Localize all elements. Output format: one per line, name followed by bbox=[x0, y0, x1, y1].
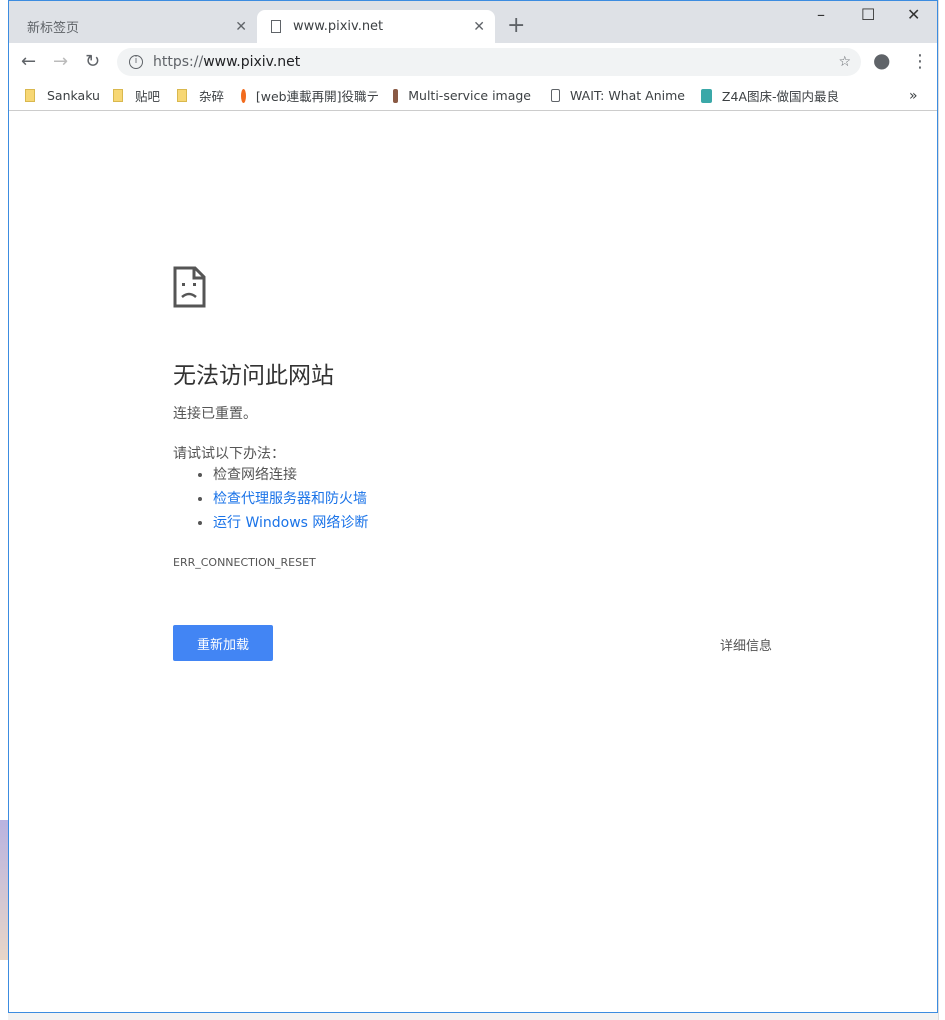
bookmark-zasui[interactable]: 杂碎 bbox=[177, 86, 224, 105]
error-subtitle: 连接已重置。 bbox=[173, 406, 257, 422]
profile-icon[interactable]: ● bbox=[873, 48, 890, 72]
minimize-button[interactable]: – bbox=[817, 5, 825, 24]
bookmark-label: 杂碎 bbox=[199, 89, 225, 104]
bookmark-z4a[interactable]: Z4A图床-做国内最良 bbox=[701, 86, 839, 105]
info-icon[interactable]: i bbox=[129, 55, 143, 69]
bookmark-label: Sankaku bbox=[47, 88, 100, 103]
fox-favicon-icon bbox=[241, 88, 246, 103]
suggestions-label: 请试试以下办法： bbox=[173, 446, 285, 462]
bookmark-tieba[interactable]: 贴吧 bbox=[113, 86, 160, 105]
bookmark-star-icon[interactable]: ☆ bbox=[838, 54, 851, 70]
folder-icon bbox=[177, 89, 187, 102]
suggestion-network-diagnostics-link[interactable]: 运行 Windows 网络诊断 bbox=[213, 515, 368, 531]
new-tab-button[interactable]: + bbox=[507, 13, 525, 38]
menu-icon[interactable]: ⋮ bbox=[911, 51, 929, 72]
close-window-button[interactable]: ✕ bbox=[907, 5, 920, 24]
url-scheme: https:// bbox=[153, 54, 204, 70]
address-bar[interactable]: i https://www.pixiv.net ☆ bbox=[117, 48, 861, 76]
bookmark-label: WAIT: What Anime bbox=[570, 88, 685, 103]
background-page-right bbox=[938, 0, 945, 1020]
suggestion-check-network: 检查网络连接 bbox=[213, 463, 368, 487]
bookmark-label: Z4A图床-做国内最良 bbox=[721, 89, 839, 104]
close-tab-icon[interactable]: ✕ bbox=[235, 19, 247, 35]
bookmark-web-serial[interactable]: [web連載再開]役職テ bbox=[241, 86, 379, 105]
reload-button[interactable]: 重新加载 bbox=[173, 625, 273, 661]
url-host: www.pixiv.net bbox=[203, 54, 301, 70]
close-tab-icon[interactable]: ✕ bbox=[473, 19, 485, 35]
anime-favicon-icon bbox=[393, 88, 399, 103]
tab-new-tab[interactable]: 新标签页 ✕ bbox=[17, 10, 257, 43]
folder-icon bbox=[113, 89, 123, 102]
document-icon bbox=[271, 20, 281, 33]
suggestion-check-proxy-link[interactable]: 检查代理服务器和防火墙 bbox=[213, 491, 367, 507]
toolbar: ← → ↻ i https://www.pixiv.net ☆ ● ⋮ bbox=[9, 43, 937, 81]
details-button[interactable]: 详细信息 bbox=[720, 635, 772, 654]
bookmarks-overflow-button[interactable]: » bbox=[909, 88, 918, 104]
bookmark-label: 贴吧 bbox=[135, 89, 161, 104]
background-image bbox=[0, 820, 8, 960]
sad-page-icon bbox=[173, 266, 206, 308]
tab-pixiv[interactable]: www.pixiv.net ✕ bbox=[257, 10, 495, 43]
suggestions-list: 检查网络连接 检查代理服务器和防火墙 运行 Windows 网络诊断 bbox=[213, 463, 368, 535]
tab-strip: 新标签页 ✕ www.pixiv.net ✕ + – ☐ ✕ bbox=[9, 1, 937, 43]
bookmark-label: Multi-service image bbox=[408, 88, 531, 103]
error-title: 无法访问此网站 bbox=[173, 363, 334, 389]
browser-window: 新标签页 ✕ www.pixiv.net ✕ + – ☐ ✕ ← → ↻ i htt… bbox=[8, 0, 938, 1013]
folder-icon bbox=[25, 89, 35, 102]
tab-label: www.pixiv.net bbox=[293, 19, 384, 34]
error-code: ERR_CONNECTION_RESET bbox=[173, 556, 316, 569]
bookmark-wait[interactable]: WAIT: What Anime bbox=[551, 88, 685, 103]
forward-button[interactable]: → bbox=[53, 51, 68, 72]
bookmarks-bar: Sankaku 贴吧 杂碎 [web連載再開]役職テ Multi-service… bbox=[9, 81, 937, 111]
error-page: 无法访问此网站 连接已重置。 请试试以下办法： 检查网络连接 检查代理服务器和防… bbox=[9, 111, 937, 1011]
back-button[interactable]: ← bbox=[21, 51, 36, 72]
bookmark-multi-service[interactable]: Multi-service image bbox=[393, 88, 531, 103]
document-icon bbox=[551, 89, 560, 102]
bookmark-label: [web連載再開]役職テ bbox=[255, 89, 379, 104]
reload-icon[interactable]: ↻ bbox=[85, 51, 100, 72]
z4a-favicon-icon bbox=[701, 88, 712, 103]
maximize-button[interactable]: ☐ bbox=[861, 5, 875, 24]
bookmark-sankaku[interactable]: Sankaku bbox=[25, 88, 100, 103]
tab-label: 新标签页 bbox=[27, 21, 80, 36]
